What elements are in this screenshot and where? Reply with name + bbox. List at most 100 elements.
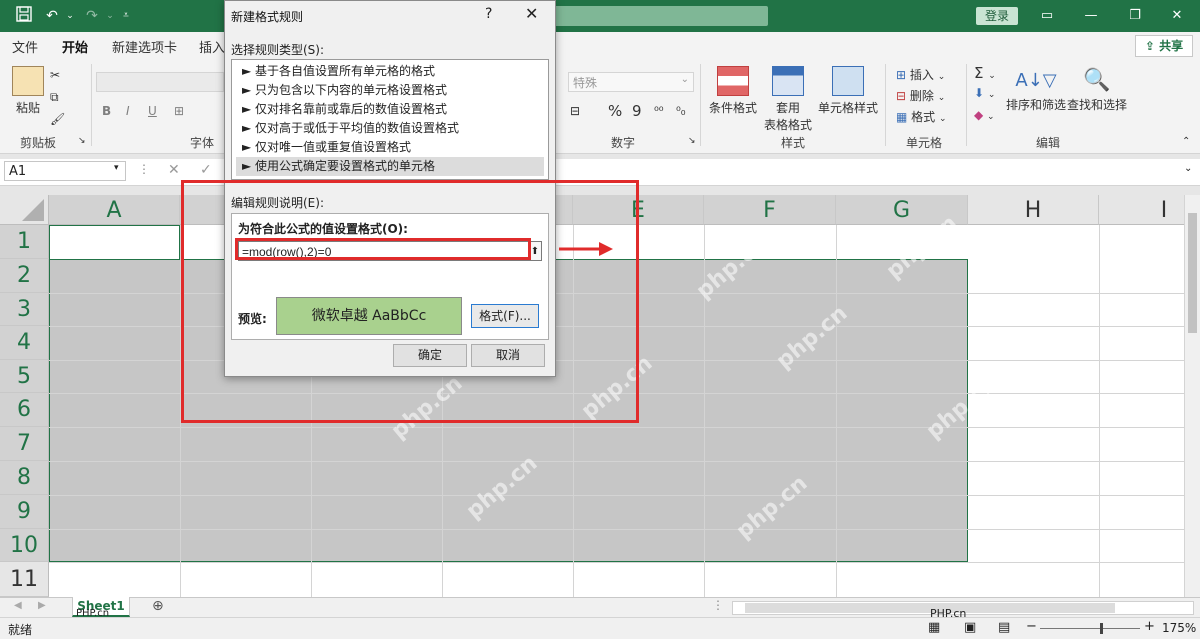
insert-label: 插入 — [909, 68, 934, 82]
autosum-icon[interactable]: Σ ⌄ — [974, 64, 996, 82]
row-header[interactable]: 6 — [0, 393, 49, 427]
insert-cells-button[interactable]: ⊞ 插入 ⌄ — [896, 66, 945, 83]
format-painter-icon[interactable]: 🖌 — [50, 112, 65, 126]
customize-toolbar-icon[interactable]: ⩡ — [116, 6, 136, 26]
normal-view-icon[interactable]: ▦ — [928, 620, 940, 635]
page-break-icon[interactable]: ▤ — [998, 620, 1010, 635]
zoom-in-icon[interactable]: + — [1144, 619, 1155, 634]
clipboard-launcher-icon[interactable]: ↘ — [78, 136, 86, 146]
row-header[interactable]: 5 — [0, 360, 49, 393]
save-icon[interactable] — [14, 6, 34, 26]
select-all-corner[interactable] — [0, 195, 49, 225]
cell-style-button[interactable]: 单元格样式 — [818, 66, 878, 116]
close-window-icon[interactable]: ✕ — [1166, 6, 1188, 26]
ribbon-display-icon[interactable]: ▭ — [1036, 6, 1058, 26]
status-bar: 就绪 ▦ ▣ ▤ − + 175% — [0, 617, 1200, 639]
minimize-icon[interactable]: — — [1080, 6, 1102, 26]
gridline — [49, 427, 1184, 428]
table-format-icon — [772, 66, 804, 96]
percent-button[interactable]: % — [608, 102, 622, 120]
border-icon[interactable]: ⊞ — [174, 104, 184, 118]
conditional-format-label: 条件格式 — [708, 101, 757, 115]
column-header[interactable]: A — [49, 195, 180, 225]
undo-dropdown-icon[interactable]: ⌄ — [60, 6, 80, 26]
row-header[interactable]: 2 — [0, 259, 49, 293]
next-sheet-icon[interactable]: ▶ — [38, 600, 46, 611]
rule-type-list[interactable]: ► 基于各自值设置所有单元格的格式 ► 只为包含以下内容的单元格设置格式 ► 仅… — [231, 59, 549, 180]
help-icon[interactable]: ? — [485, 6, 492, 22]
format-cells-button[interactable]: ▦ 格式 ⌄ — [896, 108, 947, 125]
paste-label: 粘贴 — [15, 101, 40, 115]
zoom-slider[interactable] — [1040, 623, 1140, 634]
row-header[interactable]: 9 — [0, 495, 49, 529]
tab-new[interactable]: 新建选项卡 — [112, 37, 177, 56]
login-button[interactable]: 登录 — [976, 7, 1018, 25]
zoom-out-icon[interactable]: − — [1026, 619, 1037, 634]
paste-button[interactable]: 粘贴 — [10, 66, 46, 116]
zoom-slider-handle[interactable] — [1100, 623, 1103, 634]
gridline — [1099, 225, 1100, 597]
zoom-level[interactable]: 175% — [1162, 621, 1196, 635]
undo-icon[interactable]: ↶ — [42, 6, 62, 26]
decrease-decimal-icon[interactable]: ⁰₀ — [676, 104, 686, 118]
comma-button[interactable]: 9 — [632, 102, 642, 120]
delete-cells-button[interactable]: ⊟ 删除 ⌄ — [896, 87, 945, 104]
expand-formula-icon[interactable]: ⌄ — [1184, 163, 1192, 174]
row-header[interactable]: 7 — [0, 427, 49, 461]
list-item[interactable]: ► 使用公式确定要设置格式的单元格 — [236, 157, 544, 176]
underline-icon[interactable]: U — [148, 104, 157, 118]
column-header[interactable]: H — [968, 195, 1099, 225]
search-box[interactable] — [553, 6, 768, 26]
column-header[interactable]: I — [1099, 195, 1184, 225]
row-header[interactable]: 1 — [0, 225, 49, 259]
tab-home[interactable]: 开始 — [62, 37, 89, 61]
fill-icon[interactable]: ⬇ ⌄ — [974, 86, 995, 100]
list-item[interactable]: ► 仅对排名靠前或靠后的数值设置格式 — [236, 100, 544, 119]
conditional-format-button[interactable]: 条件格式 — [706, 66, 760, 116]
tab-insert[interactable]: 插入 — [199, 37, 225, 56]
separator — [700, 64, 701, 146]
collapse-ribbon-icon[interactable]: ⌃ — [1182, 136, 1190, 147]
gridline — [49, 495, 1184, 496]
add-sheet-icon[interactable]: ⊕ — [152, 598, 164, 614]
confirm-entry-icon[interactable]: ✓ — [200, 162, 212, 178]
styles-group-label: 样式 — [781, 136, 806, 150]
column-header[interactable]: F — [704, 195, 836, 225]
row-header[interactable]: 11 — [0, 562, 49, 597]
list-item[interactable]: ► 基于各自值设置所有单元格的格式 — [236, 62, 544, 81]
active-cell[interactable] — [49, 225, 180, 259]
row-header[interactable]: 3 — [0, 293, 49, 326]
italic-icon[interactable]: I — [126, 104, 130, 118]
restore-icon[interactable]: ❐ — [1124, 6, 1146, 26]
font-name-combo[interactable] — [96, 72, 224, 92]
chevron-down-icon[interactable]: ▾ — [114, 163, 119, 173]
tab-file[interactable]: 文件 — [12, 37, 38, 56]
number-launcher-icon[interactable]: ↘ — [688, 136, 696, 146]
cancel-entry-icon[interactable]: ✕ — [168, 162, 180, 178]
bold-icon[interactable]: B — [102, 104, 111, 118]
list-item[interactable]: ► 仅对高于或低于平均值的数值设置格式 — [236, 119, 544, 138]
prev-sheet-icon[interactable]: ◀ — [14, 600, 22, 611]
list-item[interactable]: ► 只为包含以下内容的单元格设置格式 — [236, 81, 544, 100]
list-item[interactable]: ► 仅对唯一值或重复值设置格式 — [236, 138, 544, 157]
table-format-label-1: 套用 — [775, 101, 800, 115]
table-format-button[interactable]: 套用 表格格式 — [758, 66, 818, 133]
page-layout-icon[interactable]: ▣ — [964, 620, 976, 635]
clear-icon[interactable]: ◆ ⌄ — [974, 108, 995, 122]
currency-icon[interactable]: ⊟ — [570, 104, 580, 118]
find-select-button[interactable]: 🔍 查找和选择 — [1066, 66, 1128, 113]
increase-decimal-icon[interactable]: ⁰⁰ — [654, 104, 664, 118]
row-header[interactable]: 8 — [0, 461, 49, 495]
scrollbar-thumb[interactable] — [1188, 213, 1197, 333]
close-icon[interactable]: ✕ — [525, 4, 538, 23]
sort-filter-button[interactable]: A↓▽ 排序和筛选 — [1004, 66, 1068, 113]
row-header[interactable]: 4 — [0, 326, 49, 360]
copy-icon[interactable]: ⧉ — [50, 90, 59, 105]
name-box[interactable]: A1 — [4, 161, 126, 181]
vertical-scrollbar[interactable] — [1184, 195, 1200, 597]
row-header[interactable]: 10 — [0, 529, 49, 562]
redo-icon[interactable]: ↷ — [82, 6, 102, 26]
cut-icon[interactable]: ✂ — [50, 68, 60, 82]
number-format-combo[interactable]: 特殊 ⌄ — [568, 72, 694, 92]
share-button[interactable]: ⇪ 共享 — [1135, 35, 1193, 57]
